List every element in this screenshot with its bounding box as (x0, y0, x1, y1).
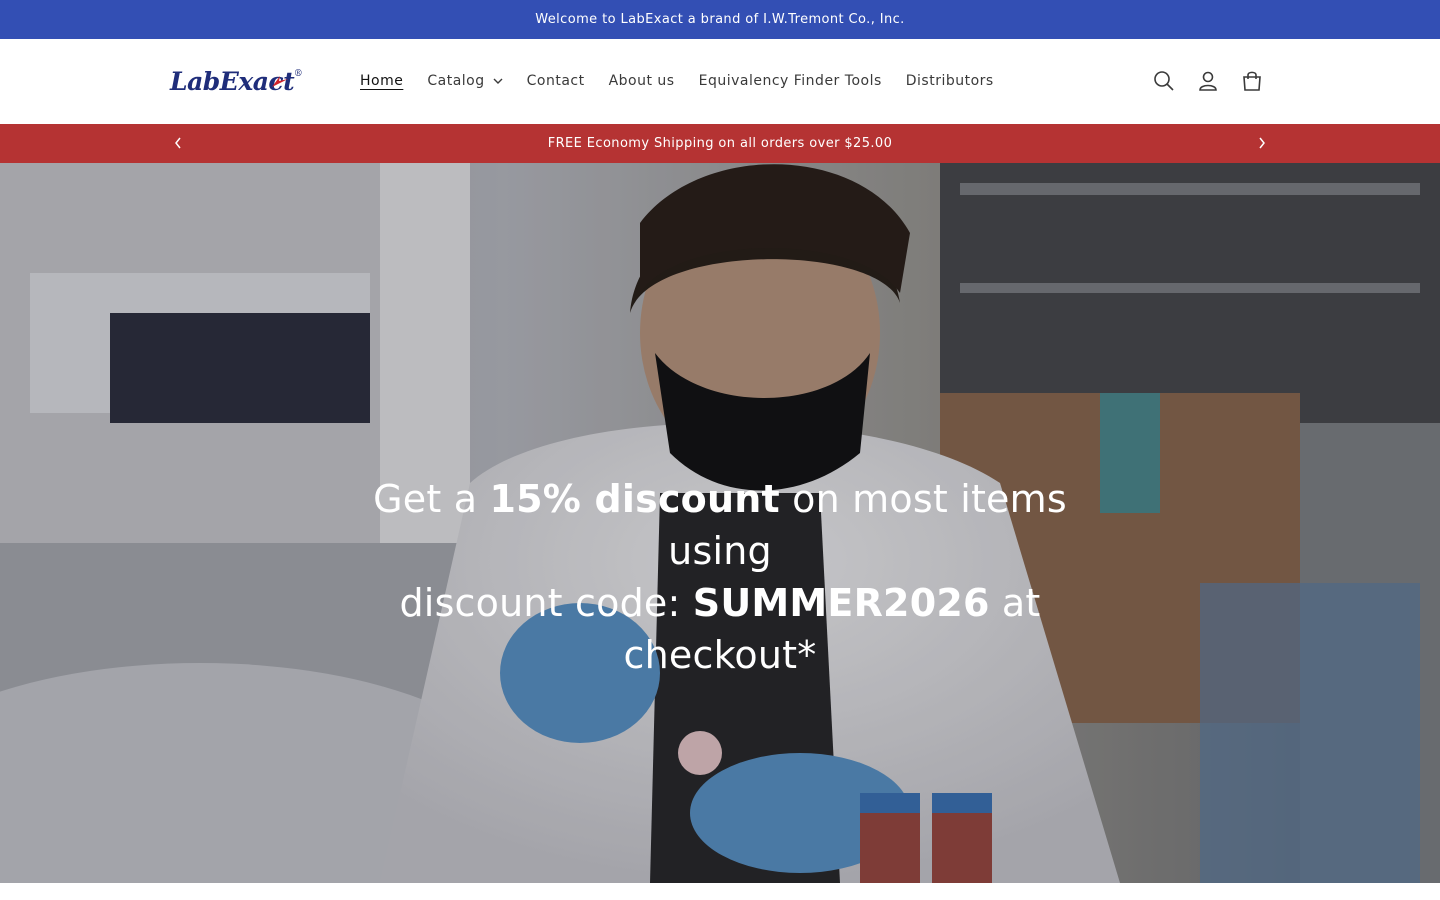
hero-banner[interactable]: Get a 15% discount on most items using d… (0, 163, 1440, 883)
logo[interactable]: LabExact ® (170, 63, 303, 99)
main-nav: Home Catalog Contact About us Equivalenc… (348, 65, 1006, 97)
chevron-right-icon[interactable] (1254, 135, 1270, 151)
page-bottom-spacer (0, 883, 1440, 900)
hero-discount-code: SUMMER2026 (692, 581, 990, 625)
site-header: LabExact ® Home Catalog Contact About us… (0, 39, 1440, 124)
nav-item-home-label: Home (360, 73, 404, 89)
nav-item-home[interactable]: Home (348, 73, 415, 89)
nav-item-distributors-label: Distributors (905, 73, 994, 89)
nav-item-distributors[interactable]: Distributors (894, 73, 1006, 89)
promo-text: FREE Economy Shipping on all orders over… (547, 136, 893, 151)
cart-icon[interactable] (1240, 69, 1264, 93)
account-icon[interactable] (1196, 69, 1220, 93)
hero-line-2: discount code: SUMMER2026 at checkout* (320, 577, 1120, 681)
chevron-down-icon (493, 78, 503, 84)
nav-item-catalog-label: Catalog (427, 73, 485, 89)
search-icon[interactable] (1152, 69, 1176, 93)
nav-item-contact[interactable]: Contact (515, 73, 597, 89)
nav-item-equivalency-label: Equivalency Finder Tools (698, 73, 882, 89)
nav-item-catalog[interactable]: Catalog (415, 73, 514, 89)
chevron-left-icon[interactable] (170, 135, 186, 151)
header-icons (1152, 67, 1264, 95)
hero-heading: Get a 15% discount on most items using d… (320, 473, 1120, 681)
hero-discount-amount: 15% discount (489, 477, 780, 521)
nav-item-equivalency-finder-tools[interactable]: Equivalency Finder Tools (687, 73, 894, 89)
hero-line2-pre: discount code: (399, 581, 693, 625)
nav-item-contact-label: Contact (526, 73, 585, 89)
nav-item-about-us-label: About us (608, 73, 675, 89)
announcement-text: Welcome to LabExact a brand of I.W.Tremo… (535, 12, 905, 27)
logo-swoosh-icon (272, 75, 288, 87)
announcement-bar: Welcome to LabExact a brand of I.W.Tremo… (0, 0, 1440, 39)
logo-text: LabExact ® (170, 67, 303, 96)
promo-bar: FREE Economy Shipping on all orders over… (0, 124, 1440, 163)
nav-item-about-us[interactable]: About us (597, 73, 687, 89)
logo-registered-mark: ® (293, 68, 303, 79)
hero-line1-pre: Get a (373, 477, 490, 521)
hero-line-1: Get a 15% discount on most items using (320, 473, 1120, 577)
